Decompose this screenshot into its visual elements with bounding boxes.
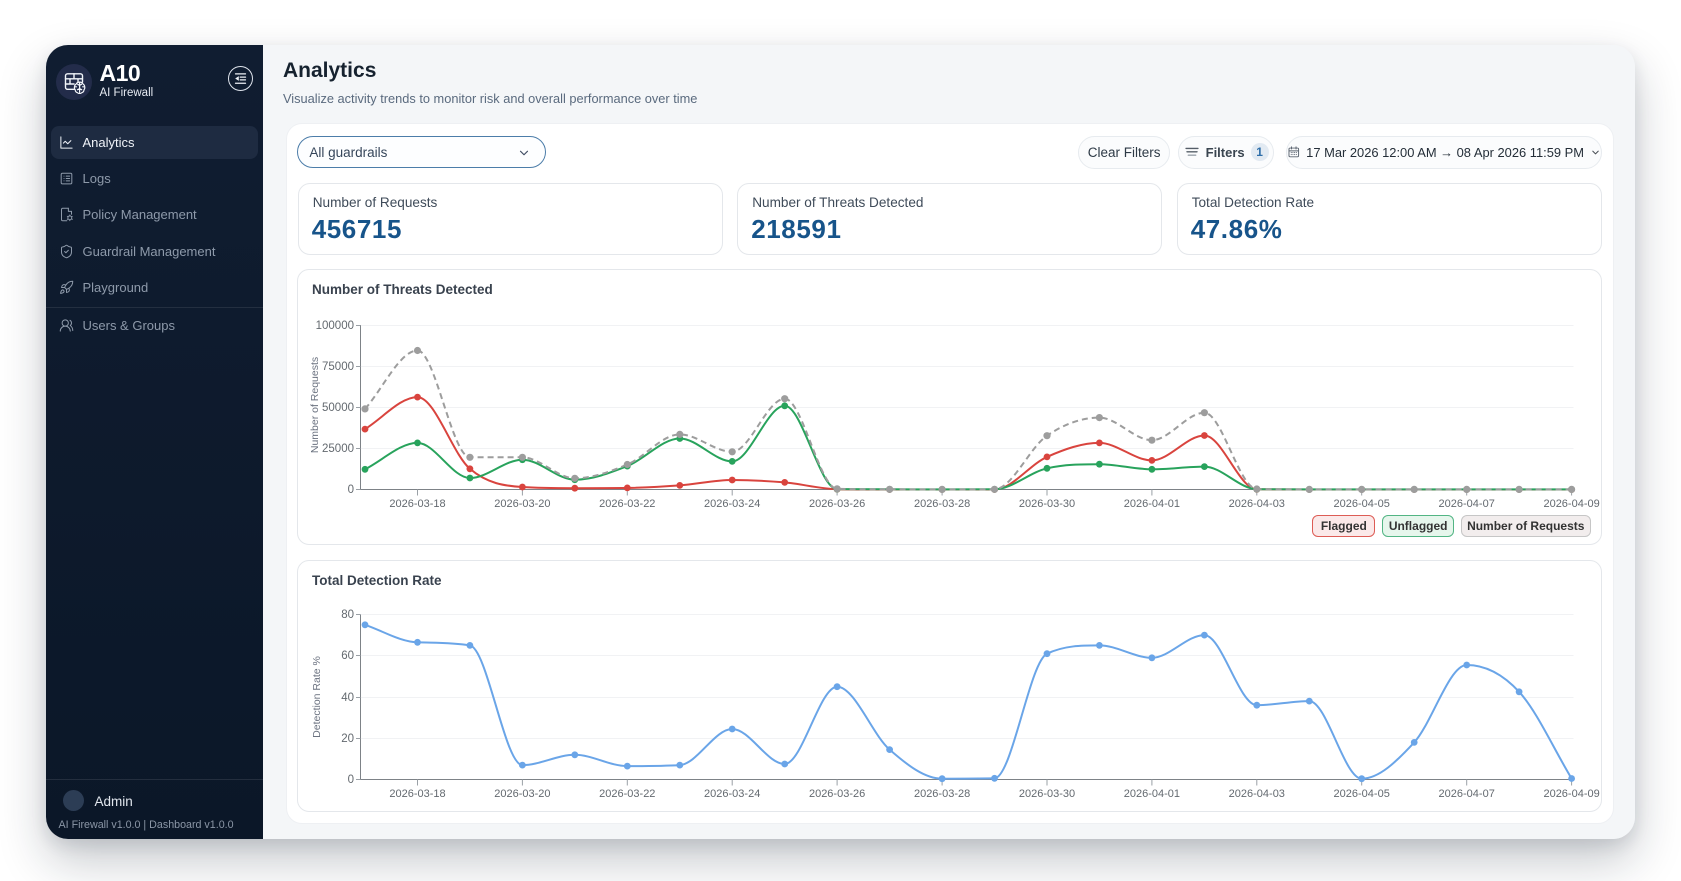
svg-text:2026-04-03: 2026-04-03 [1229, 788, 1285, 800]
svg-text:40: 40 [341, 692, 354, 704]
svg-text:2026-04-09: 2026-04-09 [1543, 498, 1599, 510]
svg-text:2026-03-22: 2026-03-22 [599, 788, 655, 800]
svg-text:80: 80 [341, 609, 354, 621]
svg-text:2026-04-01: 2026-04-01 [1124, 788, 1180, 800]
svg-text:2026-03-24: 2026-03-24 [704, 498, 760, 510]
svg-text:2026-04-05: 2026-04-05 [1334, 498, 1390, 510]
svg-text:2026-03-22: 2026-03-22 [599, 498, 655, 510]
svg-text:0: 0 [348, 484, 354, 496]
svg-text:2026-03-28: 2026-03-28 [914, 788, 970, 800]
svg-text:2026-03-30: 2026-03-30 [1019, 788, 1075, 800]
svg-text:2026-04-07: 2026-04-07 [1439, 788, 1495, 800]
svg-text:2026-03-18: 2026-03-18 [389, 788, 445, 800]
svg-text:2026-03-26: 2026-03-26 [809, 788, 865, 800]
svg-text:2026-03-28: 2026-03-28 [914, 498, 970, 510]
svg-text:50000: 50000 [322, 402, 354, 414]
svg-text:0: 0 [348, 774, 354, 786]
svg-text:2026-03-20: 2026-03-20 [494, 498, 550, 510]
svg-text:2026-04-09: 2026-04-09 [1543, 788, 1599, 800]
svg-text:2026-03-30: 2026-03-30 [1019, 498, 1075, 510]
svg-text:2026-03-24: 2026-03-24 [704, 788, 760, 800]
svg-text:Detection Rate %: Detection Rate % [311, 656, 323, 738]
svg-text:2026-03-20: 2026-03-20 [494, 788, 550, 800]
svg-text:75000: 75000 [322, 361, 354, 373]
svg-text:2026-04-01: 2026-04-01 [1124, 498, 1180, 510]
svg-text:60: 60 [341, 650, 354, 662]
svg-text:2026-04-03: 2026-04-03 [1229, 498, 1285, 510]
svg-text:100000: 100000 [316, 320, 354, 332]
svg-text:2026-03-18: 2026-03-18 [389, 498, 445, 510]
svg-text:Number of Requests: Number of Requests [309, 357, 321, 453]
svg-text:25000: 25000 [322, 443, 354, 455]
svg-text:2026-04-07: 2026-04-07 [1439, 498, 1495, 510]
svg-text:20: 20 [341, 733, 354, 745]
svg-text:2026-04-05: 2026-04-05 [1334, 788, 1390, 800]
svg-text:2026-03-26: 2026-03-26 [809, 498, 865, 510]
